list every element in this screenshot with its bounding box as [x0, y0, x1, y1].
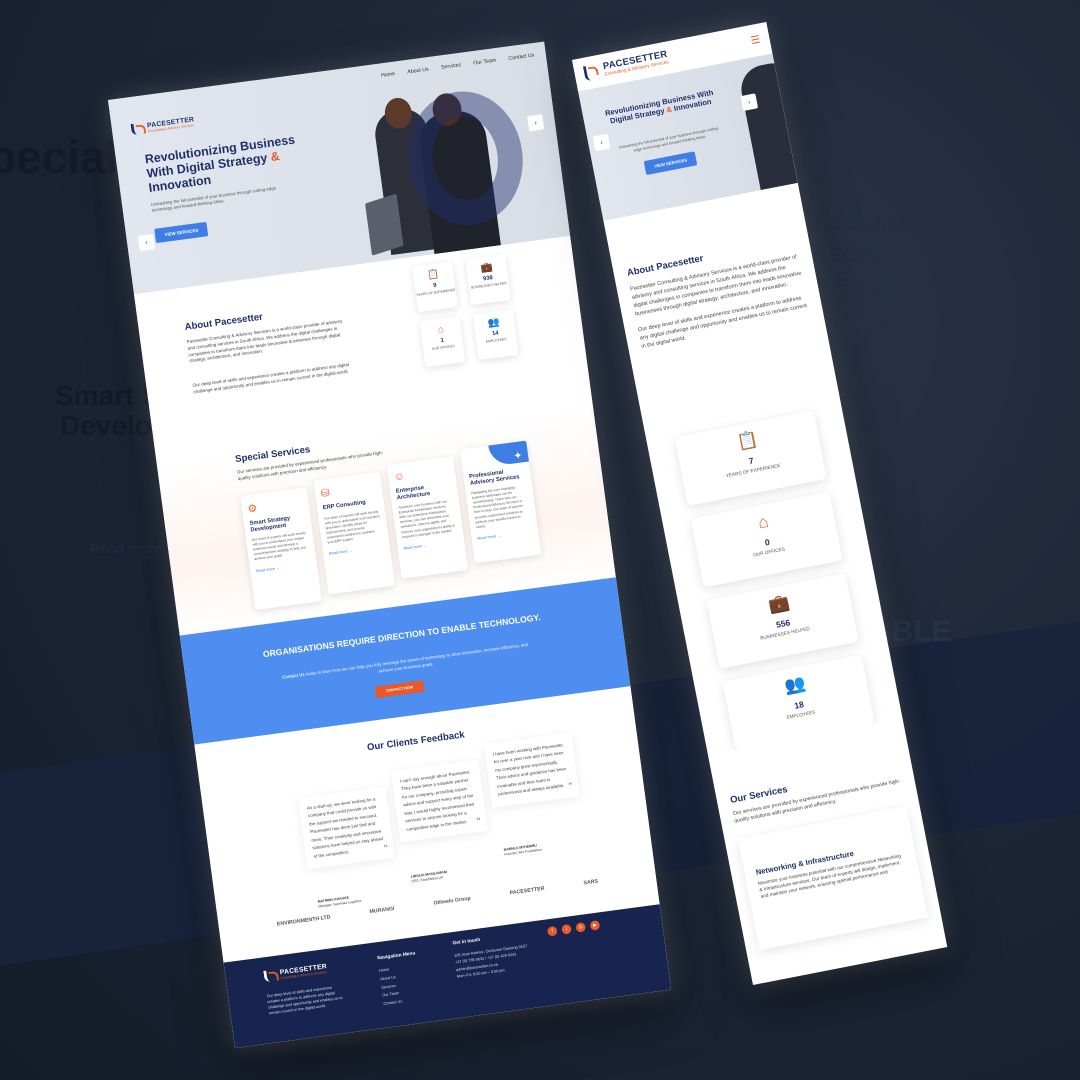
quote-icon: ”	[567, 781, 573, 791]
stat-card: 💼 938 BUSINESSES HELPED	[465, 254, 512, 306]
service-card[interactable]: Networking & Infrastructure Maximize you…	[737, 806, 928, 951]
social-links: f t ◎ ▶	[546, 920, 601, 937]
logo-mark-icon	[582, 62, 603, 81]
erp-icon: ⛁	[320, 487, 331, 500]
view-services-button[interactable]: VIEW SERVICES	[154, 221, 209, 244]
nav-team[interactable]: Our Team	[473, 58, 497, 67]
nav-services[interactable]: Services	[441, 62, 462, 70]
footer-logo[interactable]: PACESETTER Consulting & Advisory Services	[263, 962, 328, 983]
hero-prev-button[interactable]: ‹	[137, 233, 155, 252]
quote-icon: ”	[383, 842, 389, 852]
strategy-icon: ⚙	[247, 502, 258, 516]
hero-image	[351, 77, 531, 262]
hero-title: Revolutionizing Business With Digital St…	[604, 88, 715, 126]
logo-mark-icon	[130, 122, 146, 136]
service-desc: Transform your business with our Enterpr…	[397, 499, 456, 539]
contact-us-link[interactable]: Contact Us	[282, 672, 305, 680]
nav-about[interactable]: About Us	[407, 67, 429, 76]
mobile-services: Our Services Our services are provided b…	[708, 717, 944, 968]
about-paragraph: Our deep level of skills and experience …	[192, 362, 350, 395]
hero-title: Revolutionizing Business With Digital St…	[143, 132, 296, 195]
read-more-link[interactable]: Read more →	[329, 544, 385, 556]
testimonial-card: I can't say enough about Pacesetter. The…	[390, 759, 488, 843]
service-desc: Our team of experts will work closely wi…	[323, 509, 380, 545]
client-logo: SARS	[583, 878, 599, 887]
read-more-link[interactable]: Read more →	[256, 561, 312, 573]
hero-prev-button[interactable]: ‹	[592, 133, 611, 152]
mobile-about: About Pacesetter Pacesetter Consulting &…	[603, 182, 840, 434]
stat-card: 💼 556 BUSINESSES HELPED	[706, 573, 859, 669]
footer-contact: Get in touch 105 Jean Avenue, Centurion …	[452, 930, 533, 981]
stat-card: 📋 7 YEARS OF EXPERIENCE	[674, 410, 827, 506]
testimonial-author: MATIMBA KHAUKE Manager, Sammaur Logistics	[317, 895, 362, 909]
read-more-link[interactable]: Read more →	[477, 528, 533, 540]
view-services-button[interactable]: VIEW SERVICES	[643, 151, 698, 176]
stat-card: ⌂ 0 OUR OFFICES	[690, 491, 843, 588]
hero-laptop	[365, 193, 404, 256]
footer-about: Our deep level of skills and experience …	[266, 984, 343, 1016]
hero-next-button[interactable]: ›	[740, 93, 759, 111]
service-card[interactable]: ⛁ ERP Consulting Our team of experts wil…	[313, 471, 396, 595]
nav-home[interactable]: Home	[381, 71, 396, 79]
stat-card: 📋 9 YEARS OF EXPERIENCE	[412, 261, 459, 313]
client-logo: MURANGI	[369, 906, 395, 916]
testimonial-card: As a start-up, we were looking for a com…	[298, 786, 395, 870]
client-logo: ENVIRONMENTH LTD	[276, 914, 331, 928]
youtube-icon[interactable]: ▶	[589, 920, 601, 931]
stat-card: ⌂ 1 OUR OFFICES	[419, 316, 466, 368]
hero-subtitle: Unleashing the full potential of your bu…	[618, 125, 720, 153]
service-card[interactable]: ☺ Enterprise Architecture Transform your…	[386, 456, 469, 579]
client-logo: Olilwelu Group	[433, 895, 472, 907]
testimonial-author: LIBOLIA MASILAMANI CEO, SmartWays Ltd	[410, 870, 448, 884]
quote-icon: ”	[476, 816, 482, 826]
service-title: Professional Advisory Services	[468, 469, 520, 487]
stat-card: 👥 14 EMPLOYEES	[472, 309, 519, 361]
service-desc: Our team of experts will work closely wi…	[251, 531, 307, 562]
client-logo: PACESETTER	[509, 885, 545, 897]
twitter-icon[interactable]: t	[561, 923, 572, 935]
architecture-icon: ☺	[393, 470, 406, 484]
service-title: Enterprise Architecture	[395, 485, 431, 501]
testimonial-author: NAMHLA MTHEMBU Founder, Wei Foundation	[503, 843, 542, 857]
background-text: ofessional	[790, 205, 919, 235]
instagram-icon[interactable]: ◎	[575, 922, 587, 933]
contact-now-button[interactable]: CONTACT NOW	[374, 680, 425, 699]
service-desc: Navigating the ever-changing business la…	[471, 485, 523, 529]
footer-nav: Navigation Menu Home About Us Services O…	[377, 949, 422, 1009]
advisory-icon: ✦	[512, 449, 524, 463]
menu-icon[interactable]: ☰	[750, 33, 761, 47]
service-title: Smart Strategy Development	[249, 515, 291, 534]
service-card[interactable]: ✦ Professional Advisory Services Navigat…	[459, 440, 542, 564]
logo-mark-icon	[263, 969, 279, 983]
nav-contact[interactable]: Contact Us	[508, 53, 535, 62]
testimonial-card: I have been working with Pacesetter for …	[483, 732, 580, 808]
read-more-link[interactable]: Read more →	[403, 538, 459, 550]
facebook-icon[interactable]: f	[546, 925, 558, 937]
hero-next-button[interactable]: ›	[527, 114, 545, 132]
service-card[interactable]: ⚙ Smart Strategy Development Our team of…	[240, 487, 322, 611]
brand-logo[interactable]: PACESETTER Consulting & Advisory Services	[130, 116, 196, 136]
